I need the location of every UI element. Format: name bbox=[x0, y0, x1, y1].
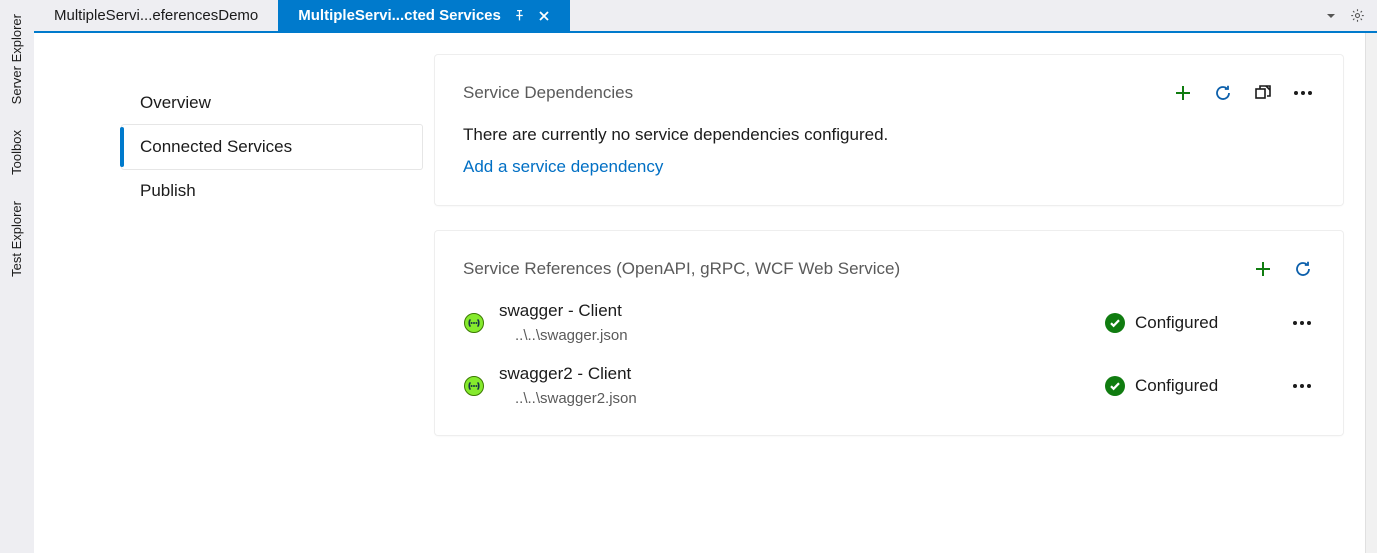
doc-tab-label: MultipleServi...eferencesDemo bbox=[54, 7, 258, 24]
reference-status: Configured bbox=[1105, 313, 1275, 333]
dependencies-title: Service Dependencies bbox=[463, 83, 633, 103]
doc-tab-inactive[interactable]: MultipleServi...eferencesDemo bbox=[34, 0, 278, 31]
add-dependency-plus-icon[interactable] bbox=[1171, 81, 1195, 105]
more-icon[interactable] bbox=[1291, 81, 1315, 105]
reference-name: swagger2 - Client bbox=[499, 364, 1091, 384]
status-text: Configured bbox=[1135, 376, 1218, 396]
dependencies-actions bbox=[1171, 81, 1315, 105]
tool-tab-test-explorer[interactable]: Test Explorer bbox=[7, 195, 26, 283]
tabbar-right-controls bbox=[1323, 0, 1377, 31]
nav-item-label: Publish bbox=[140, 181, 196, 201]
reference-path: ..\..\swagger.json bbox=[499, 327, 1091, 344]
refresh-icon[interactable] bbox=[1211, 81, 1235, 105]
references-card: Service References (OpenAPI, gRPC, WCF W… bbox=[435, 231, 1343, 435]
document-tab-bar: MultipleServi...eferencesDemo MultipleSe… bbox=[34, 0, 1377, 33]
content-pane: Service Dependencies bbox=[429, 33, 1365, 553]
tool-strip: Server Explorer Toolbox Test Explorer bbox=[0, 0, 34, 553]
nav-item-label: Connected Services bbox=[140, 137, 292, 157]
reference-list: swagger - Client ..\..\swagger.json Conf… bbox=[463, 301, 1315, 407]
references-title: Service References (OpenAPI, gRPC, WCF W… bbox=[463, 259, 900, 279]
status-text: Configured bbox=[1135, 313, 1218, 333]
check-icon bbox=[1105, 376, 1125, 396]
dependencies-empty-text: There are currently no service dependenc… bbox=[463, 125, 1315, 145]
reference-status: Configured bbox=[1105, 376, 1275, 396]
restore-icon[interactable] bbox=[1251, 81, 1275, 105]
add-reference-plus-icon[interactable] bbox=[1251, 257, 1275, 281]
pin-icon[interactable] bbox=[513, 9, 526, 22]
dependencies-card: Service Dependencies bbox=[435, 55, 1343, 205]
reference-row: swagger - Client ..\..\swagger.json Conf… bbox=[463, 301, 1315, 344]
swagger-icon bbox=[463, 375, 485, 397]
nav-item-publish[interactable]: Publish bbox=[122, 169, 422, 213]
more-icon[interactable] bbox=[1289, 311, 1315, 335]
nav-item-connected-services[interactable]: Connected Services bbox=[122, 125, 422, 169]
check-icon bbox=[1105, 313, 1125, 333]
refresh-icon[interactable] bbox=[1291, 257, 1315, 281]
reference-path: ..\..\swagger2.json bbox=[499, 390, 1091, 407]
reference-name: swagger - Client bbox=[499, 301, 1091, 321]
more-icon[interactable] bbox=[1289, 374, 1315, 398]
swagger-icon bbox=[463, 312, 485, 334]
gear-icon[interactable] bbox=[1349, 8, 1365, 24]
side-nav: Overview Connected Services Publish bbox=[34, 33, 429, 553]
scrollbar-rail[interactable] bbox=[1365, 33, 1377, 553]
nav-item-overview[interactable]: Overview bbox=[122, 81, 422, 125]
tool-tab-toolbox[interactable]: Toolbox bbox=[7, 124, 26, 181]
references-actions bbox=[1251, 257, 1315, 281]
tool-tab-server-explorer[interactable]: Server Explorer bbox=[7, 8, 26, 110]
nav-item-label: Overview bbox=[140, 93, 211, 113]
chevron-down-icon[interactable] bbox=[1323, 8, 1339, 24]
close-icon[interactable] bbox=[538, 10, 550, 22]
add-dependency-link[interactable]: Add a service dependency bbox=[463, 157, 1315, 177]
doc-tab-active[interactable]: MultipleServi...cted Services bbox=[278, 0, 570, 31]
reference-row: swagger2 - Client ..\..\swagger2.json Co… bbox=[463, 364, 1315, 407]
doc-tab-label: MultipleServi...cted Services bbox=[298, 7, 501, 24]
